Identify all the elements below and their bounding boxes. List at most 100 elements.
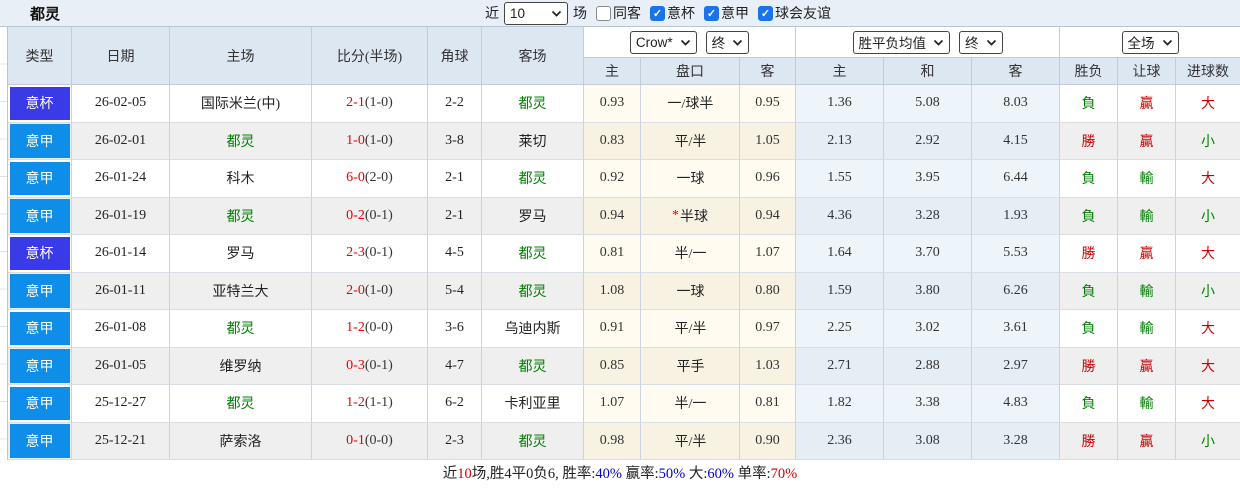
- scope-select[interactable]: 全场: [1121, 30, 1179, 54]
- away-team: 卡利亚里: [504, 397, 561, 413]
- friendly-checkbox[interactable]: [758, 5, 773, 21]
- competition-type-cell: 意甲: [8, 422, 72, 460]
- handicap-odds-away: 0.97: [740, 310, 796, 348]
- summary-bar: 近10场,胜4平0负6, 胜率:40% 赢率:50% 大:60% 单率:70%: [0, 460, 1240, 489]
- score-cell: 0-1 (0-0): [312, 422, 428, 460]
- competition-badge: 意甲: [9, 349, 70, 383]
- handicap-odds-home: 0.91: [584, 310, 641, 348]
- away-team-cell: 都灵: [482, 347, 584, 385]
- half-time-score: (0-1): [364, 357, 393, 373]
- subheader-handicap-away: 客: [740, 58, 796, 85]
- avg-odds-home: 4.36: [796, 197, 884, 235]
- competition-badge: 意甲: [9, 311, 70, 345]
- competition-type-cell: 意甲: [8, 310, 72, 348]
- serie-a-checkbox[interactable]: [704, 5, 719, 21]
- goals-cell: 小: [1176, 272, 1240, 310]
- summary-segment: 60%: [707, 466, 734, 482]
- summary-segment: 近: [442, 466, 458, 482]
- handicap-odds-away: 0.81: [740, 385, 796, 423]
- handicap-line: 半/一: [674, 397, 707, 413]
- away-team: 都灵: [518, 247, 547, 263]
- full-time-score: 6-0: [346, 170, 365, 186]
- subheader-avg-away: 客: [972, 58, 1060, 85]
- score-cell: 1-2 (0-0): [312, 310, 428, 348]
- handicap-time-select[interactable]: 终: [705, 30, 750, 54]
- average-time-select[interactable]: 终: [959, 30, 1003, 54]
- summary-segment: 场,胜4平0负6, 胜率:: [471, 466, 596, 482]
- competition-type-cell: 意杯: [8, 85, 72, 123]
- away-team-cell: 罗马: [482, 197, 584, 235]
- full-time-score: 1-0: [346, 132, 365, 148]
- goals-cell: 大: [1176, 235, 1240, 273]
- header-type: 类型: [8, 27, 72, 85]
- goals-cell: 大: [1176, 347, 1240, 385]
- over-under-result: 小: [1201, 209, 1215, 225]
- match-count-value: 10: [510, 5, 526, 21]
- over-under-result: 小: [1201, 284, 1215, 300]
- subheader-avg-draw: 和: [884, 58, 972, 85]
- serie-a-label: 意甲: [721, 7, 749, 22]
- summary-segment: 40%: [595, 466, 622, 482]
- full-time-score: 2-0: [346, 282, 365, 298]
- goals-cell: 大: [1176, 160, 1240, 198]
- spread-cell: 輸: [1118, 310, 1176, 348]
- avg-odds-away: 2.97: [972, 347, 1060, 385]
- handicap-odds-away: 1.07: [740, 235, 796, 273]
- away-team: 都灵: [518, 97, 547, 113]
- coppa-checkbox[interactable]: [650, 5, 665, 21]
- avg-odds-away: 5.53: [972, 235, 1060, 273]
- home-team: 都灵: [226, 209, 255, 225]
- away-team-cell: 都灵: [482, 272, 584, 310]
- avg-odds-draw: 2.92: [884, 122, 972, 160]
- avg-odds-draw: 3.80: [884, 272, 972, 310]
- away-team: 都灵: [518, 359, 547, 375]
- corners: 3-8: [428, 122, 482, 160]
- competition-type-cell: 意甲: [8, 197, 72, 235]
- score-cell: 6-0 (2-0): [312, 160, 428, 198]
- handicap-result: 贏: [1139, 247, 1154, 263]
- handicap-line-cell: 平/半: [641, 122, 740, 160]
- chevron-down-icon: [551, 10, 562, 17]
- home-team: 都灵: [226, 322, 255, 338]
- competition-type-cell: 意甲: [8, 272, 72, 310]
- chevron-down-icon: [1162, 39, 1172, 46]
- spread-cell: 贏: [1118, 122, 1176, 160]
- handicap-select-cell: Crow* 终: [584, 27, 796, 58]
- score-cell: 1-2 (1-1): [312, 385, 428, 423]
- match-date: 25-12-27: [72, 385, 170, 423]
- filter-serie-a: 意甲: [704, 3, 749, 23]
- match-date: 26-01-19: [72, 197, 170, 235]
- avg-odds-draw: 5.08: [884, 85, 972, 123]
- filter-controls: 近 10 场 同客 意杯 意甲 球会友谊: [485, 0, 831, 26]
- result-cell: 負: [1060, 197, 1118, 235]
- away-team: 乌迪内斯: [504, 322, 561, 338]
- spread-cell: 贏: [1118, 235, 1176, 273]
- spread-cell: 輸: [1118, 160, 1176, 198]
- win-loss-result: 負: [1081, 97, 1096, 113]
- avg-odds-away: 3.28: [972, 422, 1060, 460]
- handicap-line: 一球: [676, 284, 705, 300]
- away-team-cell: 卡利亚里: [482, 385, 584, 423]
- home-team-cell: 罗马: [170, 235, 312, 273]
- handicap-line-cell: 半/一: [641, 235, 740, 273]
- corners: 2-3: [428, 422, 482, 460]
- summary-segment: 赢率:: [622, 466, 659, 482]
- table-header: 类型 日期 主场 比分(半场) 角球 客场 Crow* 终 胜平负均值 终 全场…: [8, 27, 1240, 85]
- handicap-line-cell: 平/半: [641, 310, 740, 348]
- avg-odds-draw: 3.70: [884, 235, 972, 273]
- competition-type-cell: 意甲: [8, 385, 72, 423]
- avg-odds-home: 1.55: [796, 160, 884, 198]
- average-type-select[interactable]: 胜平负均值: [852, 30, 950, 54]
- odds-company-select[interactable]: Crow*: [629, 30, 697, 54]
- avg-odds-away: 6.26: [972, 272, 1060, 310]
- handicap-result: 贏: [1139, 134, 1154, 150]
- same-away-checkbox[interactable]: [596, 5, 611, 21]
- match-count-select[interactable]: 10: [504, 1, 568, 25]
- avg-odds-draw: 3.02: [884, 310, 972, 348]
- summary-segment: 单率:: [734, 466, 771, 482]
- home-team: 萨索洛: [219, 434, 262, 450]
- win-loss-result: 負: [1081, 397, 1096, 413]
- home-team-cell: 亚特兰大: [170, 272, 312, 310]
- table-row: 意甲 26-01-05 维罗纳 0-3 (0-1) 4-7 都灵 0.85 平手 …: [8, 347, 1240, 385]
- goals-cell: 小: [1176, 122, 1240, 160]
